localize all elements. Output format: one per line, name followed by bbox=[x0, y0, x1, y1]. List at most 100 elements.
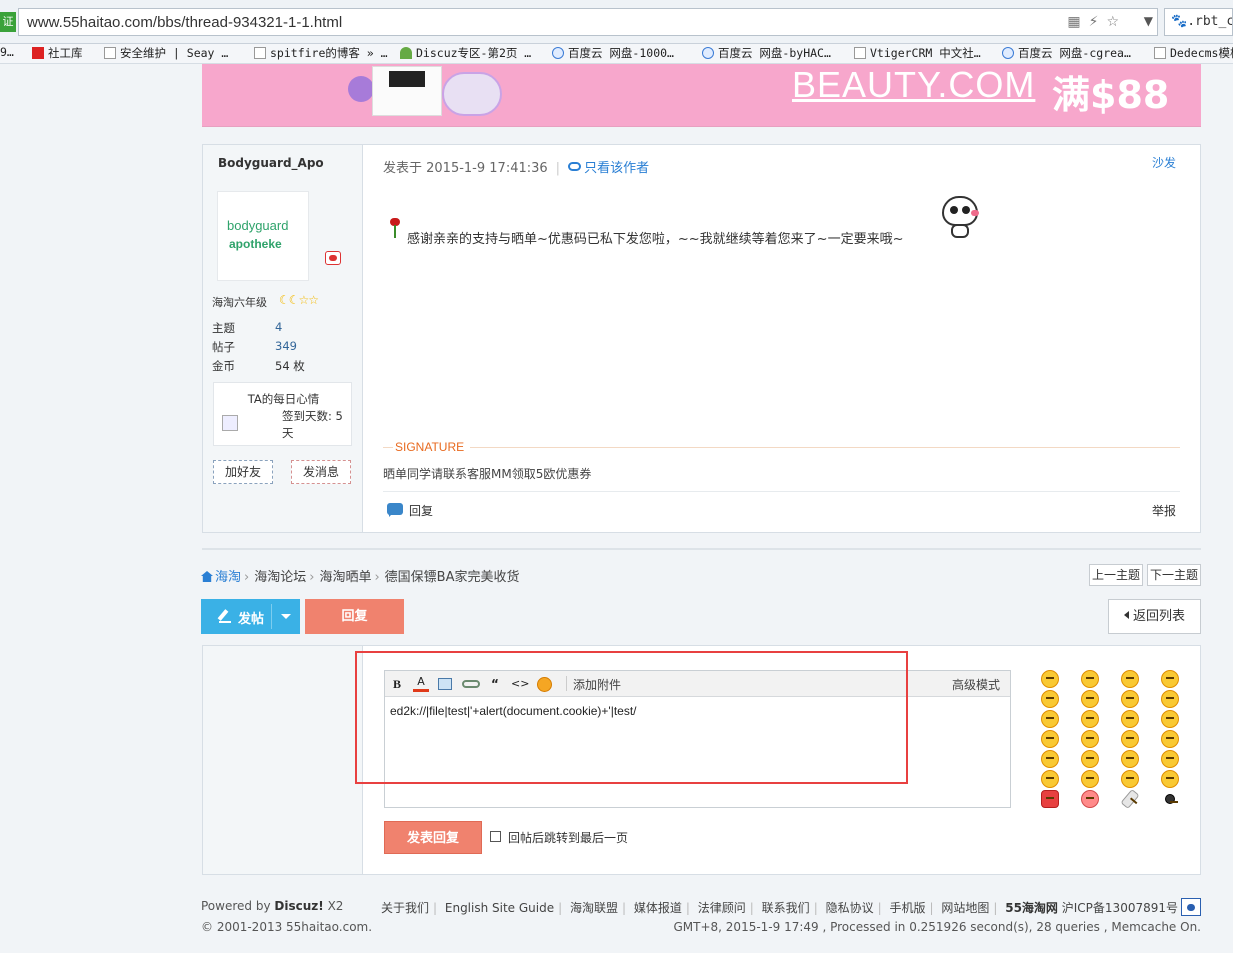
submit-reply-button[interactable]: 发表回复 bbox=[384, 821, 482, 854]
prev-thread-button[interactable]: 上一主题 bbox=[1089, 564, 1143, 586]
search-text[interactable]: .rbt_c bbox=[1187, 14, 1232, 29]
footer-link[interactable]: 关于我们 bbox=[381, 901, 429, 915]
paw-icon[interactable] bbox=[1181, 898, 1201, 916]
send-message-button[interactable]: 发消息 bbox=[291, 460, 351, 484]
footer-link[interactable]: 网站地图 bbox=[941, 901, 989, 915]
emoji-icon[interactable] bbox=[1161, 730, 1179, 748]
ad-banner[interactable]: BEAUTY.COM 满$88立减$18 bbox=[202, 64, 1201, 127]
emoji-icon[interactable] bbox=[1121, 670, 1139, 688]
url-field[interactable]: www.55haitao.com/bbs/thread-934321-1-1.h… bbox=[18, 8, 1158, 36]
cloud-icon bbox=[552, 47, 564, 59]
report-link[interactable]: 举报 bbox=[1152, 502, 1176, 519]
breadcrumb-item[interactable]: 海淘论坛 bbox=[254, 570, 306, 585]
reply-link[interactable]: 回复 bbox=[409, 502, 433, 519]
back-to-list-button[interactable]: 返回列表 bbox=[1108, 599, 1201, 634]
bottle-emoji-icon[interactable] bbox=[1120, 788, 1140, 810]
chevron-down-icon[interactable] bbox=[281, 614, 291, 619]
emoji-icon[interactable] bbox=[1121, 690, 1139, 708]
author-name[interactable]: Bodyguard_Apo bbox=[218, 156, 324, 170]
emoji-icon[interactable] bbox=[1081, 730, 1099, 748]
footer-brand[interactable]: 55海淘网 bbox=[1005, 901, 1058, 915]
jump-last-page-checkbox[interactable] bbox=[490, 831, 501, 842]
emoji-icon[interactable] bbox=[1161, 770, 1179, 788]
emoji-icon[interactable] bbox=[1081, 710, 1099, 728]
footer-link[interactable]: 海淘联盟 bbox=[570, 901, 618, 915]
product-box-image bbox=[372, 66, 442, 116]
footer-link[interactable]: 法律顾问 bbox=[698, 901, 746, 915]
emoji-icon[interactable] bbox=[1041, 710, 1059, 728]
certificate-badge[interactable]: 证 bbox=[0, 12, 16, 32]
footer-link[interactable]: 媒体报道 bbox=[634, 901, 682, 915]
floor-label[interactable]: 沙发 bbox=[1152, 154, 1176, 171]
url-text[interactable]: www.55haitao.com/bbs/thread-934321-1-1.h… bbox=[27, 14, 342, 31]
next-thread-button[interactable]: 下一主题 bbox=[1147, 564, 1201, 586]
emoji-icon[interactable] bbox=[1161, 670, 1179, 688]
jump-last-page-label[interactable]: 回帖后跳转到最后一页 bbox=[508, 829, 628, 846]
post-footer-divider bbox=[383, 491, 1180, 492]
emoji-icon[interactable] bbox=[1161, 750, 1179, 768]
emoji-icon[interactable] bbox=[1081, 670, 1099, 688]
lollipop-emoji-icon[interactable] bbox=[1081, 790, 1099, 808]
reply-button[interactable]: 回复 bbox=[305, 599, 404, 634]
new-post-button[interactable]: 发帖 bbox=[201, 599, 300, 634]
footer-links: 关于我们 | English Site Guide | 海淘联盟 | 媒体报道 | 法律… bbox=[380, 901, 1178, 915]
home-icon[interactable] bbox=[201, 571, 213, 582]
emoji-icon[interactable] bbox=[1121, 730, 1139, 748]
weibo-icon[interactable] bbox=[325, 251, 341, 265]
emoji-icon[interactable] bbox=[1121, 710, 1139, 728]
icp-link[interactable]: 沪ICP备13007891号 bbox=[1062, 901, 1178, 915]
bookmark-item[interactable]: VtigerCRM 中文社… bbox=[854, 45, 981, 61]
rose-icon bbox=[389, 218, 401, 238]
emoji-icon[interactable] bbox=[1081, 770, 1099, 788]
emoji-icon[interactable] bbox=[1161, 690, 1179, 708]
footer-link[interactable]: 手机版 bbox=[889, 901, 925, 915]
footer-link[interactable]: 隐私协议 bbox=[826, 901, 874, 915]
footer-link[interactable]: 联系我们 bbox=[762, 901, 810, 915]
emoji-icon[interactable] bbox=[1041, 690, 1059, 708]
discuz-link[interactable]: Discuz! bbox=[274, 899, 323, 913]
bookmark-item[interactable]: Discuz专区-第2页 … bbox=[400, 45, 531, 61]
bookmark-item[interactable]: 安全维护 | Seay … bbox=[104, 45, 228, 61]
page-icon bbox=[104, 47, 116, 59]
emoji-icon[interactable] bbox=[1041, 750, 1059, 768]
advanced-mode-link[interactable]: 高级模式 bbox=[952, 676, 1000, 693]
bookmark-item[interactable]: 百度云 网盘-byHAC… bbox=[702, 45, 831, 61]
chevron-down-icon[interactable]: ▼ bbox=[1144, 14, 1153, 28]
search-input[interactable]: 🐾.rbt_c bbox=[1164, 8, 1233, 36]
emoji-icon[interactable] bbox=[1081, 750, 1099, 768]
pencil-icon bbox=[219, 611, 231, 623]
emoji-icon[interactable] bbox=[1081, 690, 1099, 708]
bookmark-item[interactable]: 百度云 网盘-1000… bbox=[552, 45, 674, 61]
flower-image bbox=[348, 76, 374, 102]
powered-by: Powered by Discuz! X2 bbox=[201, 899, 344, 913]
breadcrumb-home[interactable]: 海淘 bbox=[215, 570, 241, 585]
breadcrumb-item[interactable]: 海淘晒单 bbox=[319, 570, 371, 585]
bookmark-item[interactable]: 社工库 bbox=[32, 45, 83, 61]
emoji-icon[interactable] bbox=[1161, 710, 1179, 728]
bookmark-overflow[interactable]: 9… bbox=[0, 45, 14, 59]
user-level: 海淘六年级 bbox=[212, 296, 267, 309]
avatar-text-1: bodyguard bbox=[227, 218, 289, 233]
reply-bubble-icon[interactable] bbox=[387, 503, 403, 517]
address-tools-icons[interactable]: ▦⚡☆ bbox=[1067, 14, 1127, 30]
sofa-emoji-icon[interactable] bbox=[1041, 790, 1059, 808]
signature-divider bbox=[383, 447, 1180, 448]
paw-icon: 🐾 bbox=[1171, 14, 1188, 29]
emoji-icon[interactable] bbox=[1121, 770, 1139, 788]
bookmark-item[interactable]: 百度云 网盘-cgrea… bbox=[1002, 45, 1131, 61]
add-friend-button[interactable]: 加好友 bbox=[213, 460, 273, 484]
level-stars-icon: ☾☾☆☆ bbox=[279, 293, 319, 307]
only-author-link[interactable]: 只看该作者 bbox=[584, 161, 649, 176]
emoji-icon[interactable] bbox=[1121, 750, 1139, 768]
reply-sidebar bbox=[203, 646, 363, 874]
microphone-emoji-icon[interactable] bbox=[1165, 794, 1178, 804]
avatar[interactable]: bodyguard apotheke bbox=[217, 191, 309, 281]
bookmark-item[interactable]: spitfire的博客 » … bbox=[254, 45, 388, 61]
bookmark-item[interactable]: Dedecms模板 bbox=[1154, 45, 1233, 61]
emoji-icon[interactable] bbox=[1041, 730, 1059, 748]
daily-mood-box: TA的每日心情 签到天数: 5 天 bbox=[213, 382, 352, 446]
footer-link[interactable]: English Site Guide bbox=[445, 901, 554, 915]
emoji-icon[interactable] bbox=[1041, 770, 1059, 788]
browser-address-bar: 证 www.55haitao.com/bbs/thread-934321-1-1… bbox=[0, 0, 1233, 44]
emoji-icon[interactable] bbox=[1041, 670, 1059, 688]
